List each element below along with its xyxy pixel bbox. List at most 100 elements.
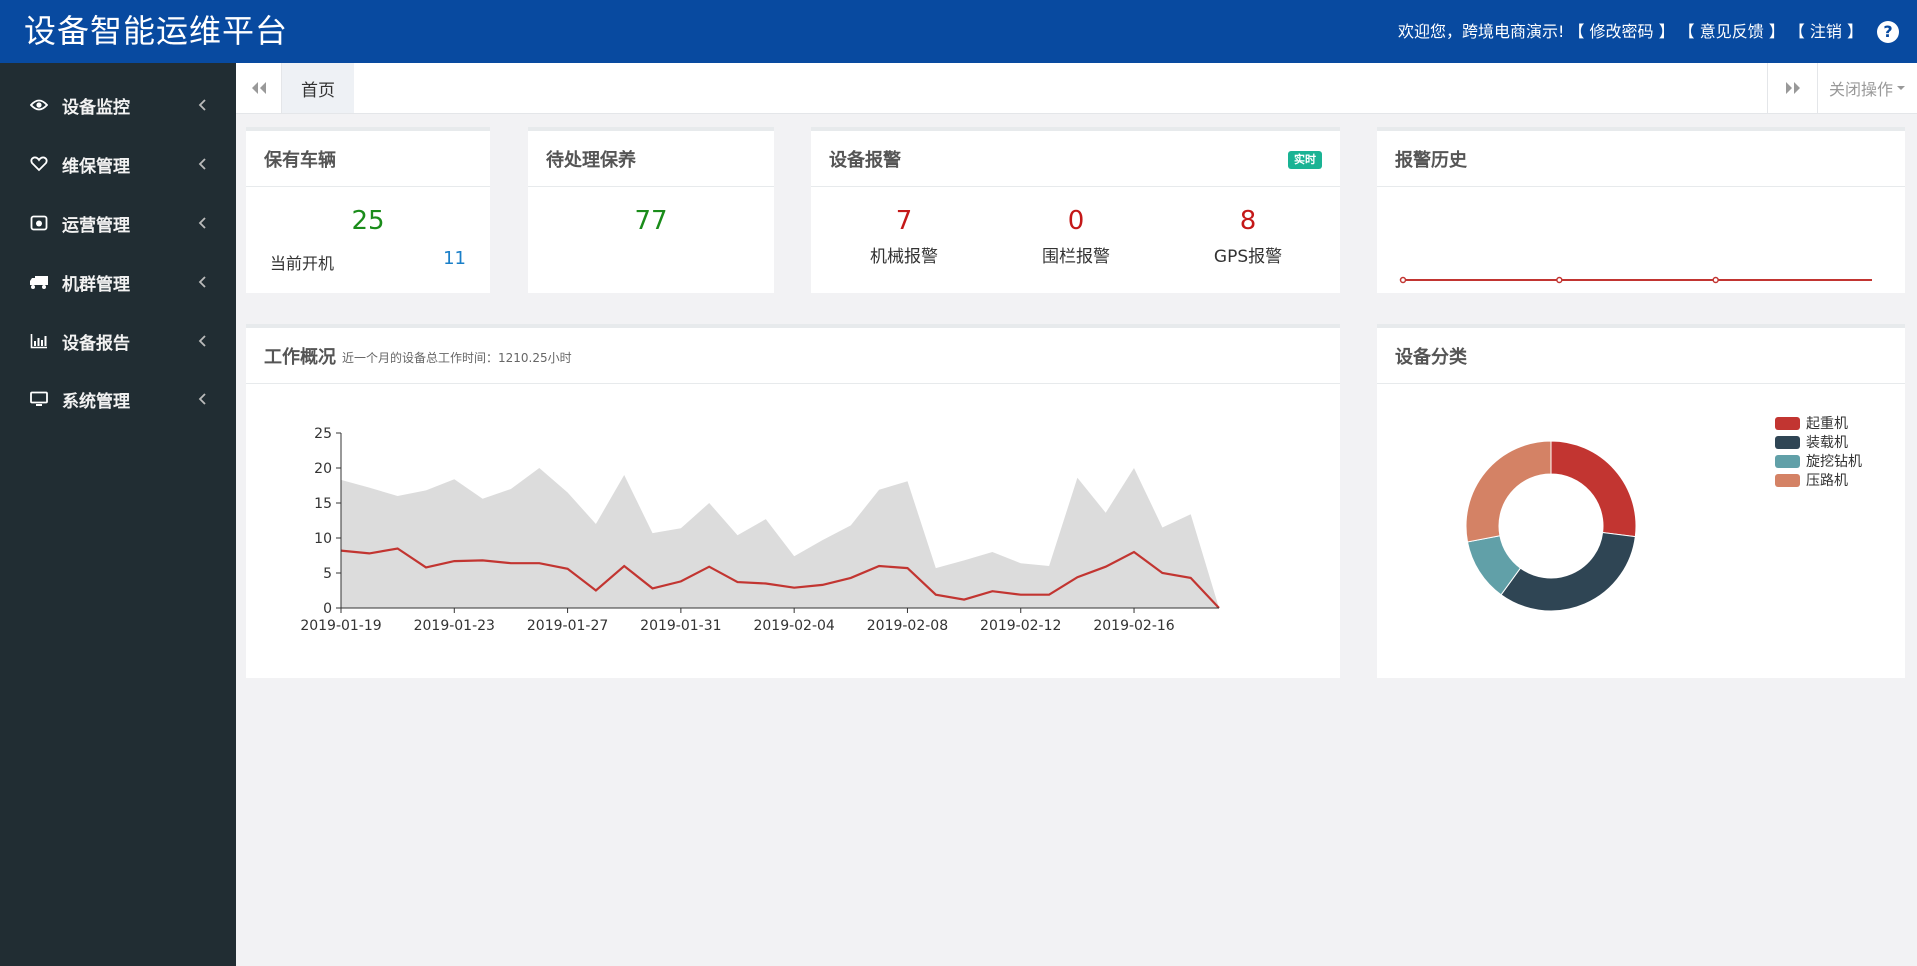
sidebar-item-label: 维保管理 bbox=[62, 156, 130, 177]
y-tick-label: 0 bbox=[323, 601, 332, 617]
user-menu: 欢迎您，跨境电商演示! 【 修改密码 】 【 意见反馈 】 【 注销 】 ? bbox=[1398, 20, 1899, 44]
camera-icon bbox=[28, 212, 50, 234]
sidebar-item-label: 系统管理 bbox=[62, 391, 130, 412]
monitor-icon bbox=[28, 388, 50, 410]
card-title: 保有车辆 bbox=[264, 149, 336, 171]
work-overview-chart: 0 5 10 15 20 25 2019-01-19 2019-01-23 2019-01-27… bbox=[300, 426, 1220, 634]
logout-link[interactable]: 【 注销 】 bbox=[1789, 20, 1863, 44]
sidebar-item-label: 机群管理 bbox=[62, 274, 130, 295]
pie-slice bbox=[1465, 440, 1552, 543]
card-header: 工作概况 近一个月的设备总工作时间：1210.25小时 bbox=[246, 328, 1340, 384]
alarm-value: 0 bbox=[1067, 206, 1085, 236]
chevron-left-icon bbox=[198, 99, 206, 111]
card-title: 工作概况 bbox=[264, 346, 336, 368]
sidebar-item-label: 运营管理 bbox=[62, 215, 130, 236]
alarm-gps[interactable]: 8 GPS报警 bbox=[1191, 206, 1305, 267]
card-header: 报警历史 bbox=[1377, 131, 1905, 187]
x-tick-label: 2019-02-16 bbox=[1093, 618, 1174, 634]
y-tick-label: 10 bbox=[314, 531, 332, 547]
y-tick-label: 15 bbox=[314, 496, 332, 512]
sidebar-item-label: 设备报告 bbox=[62, 333, 130, 354]
vehicles-total: 25 bbox=[351, 206, 385, 236]
card-title: 待处理保养 bbox=[546, 149, 636, 171]
chevron-left-icon bbox=[198, 217, 206, 229]
alarm-fence[interactable]: 0 围栏报警 bbox=[1019, 206, 1133, 267]
alarm-mechanical[interactable]: 7 机械报警 bbox=[847, 206, 961, 267]
alarm-value: 8 bbox=[1239, 206, 1257, 236]
alarm-value: 7 bbox=[895, 206, 913, 236]
top-header: 设备智能运维平台 欢迎您，跨境电商演示! 【 修改密码 】 【 意见反馈 】 【… bbox=[0, 0, 1917, 63]
sidebar-item-label: 设备监控 bbox=[62, 97, 130, 118]
chevron-left-icon bbox=[198, 335, 206, 347]
alarm-history-chart bbox=[1399, 276, 1872, 284]
x-tick-label: 2019-01-27 bbox=[527, 618, 608, 634]
legend-label: 装载机 bbox=[1806, 435, 1848, 451]
welcome-text: 欢迎您，跨境电商演示! bbox=[1398, 22, 1565, 41]
double-left-icon bbox=[251, 82, 266, 94]
sidebar-item-system[interactable]: 系统管理 bbox=[0, 370, 236, 428]
history-point bbox=[1712, 276, 1719, 284]
card-header: 设备报警 实时 bbox=[811, 131, 1340, 187]
running-label: 当前开机 bbox=[270, 254, 335, 273]
legend-label: 起重机 bbox=[1806, 416, 1848, 432]
y-tick-label: 20 bbox=[314, 461, 332, 477]
card-device-category: 设备分类 起重机 装载机 旋挖钻机 压路机 bbox=[1377, 324, 1905, 678]
x-tick-label: 2019-01-19 bbox=[300, 618, 381, 634]
pie-slice bbox=[1550, 440, 1637, 538]
tab-home[interactable]: 首页 bbox=[282, 63, 354, 113]
chevron-left-icon bbox=[198, 276, 206, 288]
tab-scroll-left-button[interactable] bbox=[236, 63, 282, 113]
bar-chart-icon bbox=[28, 330, 50, 352]
card-alarm-history: 报警历史 bbox=[1377, 127, 1905, 293]
card-title: 报警历史 bbox=[1395, 149, 1467, 171]
sidebar-item-device-monitor[interactable]: 设备监控 bbox=[0, 76, 236, 134]
alarm-label: 围栏报警 bbox=[1042, 247, 1110, 267]
card-title: 设备分类 bbox=[1395, 346, 1467, 368]
help-icon[interactable]: ? bbox=[1877, 21, 1899, 43]
x-tick-label: 2019-01-31 bbox=[640, 618, 721, 634]
eye-icon bbox=[28, 94, 50, 116]
sidebar-item-operations[interactable]: 运营管理 bbox=[0, 194, 236, 252]
x-tick-label: 2019-01-23 bbox=[414, 618, 495, 634]
x-tick-label: 2019-02-04 bbox=[753, 618, 834, 634]
card-maintenance: 待处理保养 77 bbox=[528, 127, 774, 293]
chevron-left-icon bbox=[198, 393, 206, 405]
legend-label: 压路机 bbox=[1806, 473, 1848, 489]
heart-icon bbox=[28, 153, 50, 175]
alarm-label: 机械报警 bbox=[870, 247, 938, 267]
tab-bar: 首页 关闭操作 bbox=[236, 63, 1917, 114]
sidebar-item-fleet[interactable]: 机群管理 bbox=[0, 253, 236, 311]
app-title: 设备智能运维平台 bbox=[24, 12, 289, 50]
card-header: 设备分类 bbox=[1377, 328, 1905, 384]
card-alarms: 设备报警 实时 7 机械报警 0 围栏报警 8 GPS报警 bbox=[811, 127, 1340, 293]
legend-swatch bbox=[1775, 455, 1800, 468]
chevron-left-icon bbox=[198, 158, 206, 170]
device-category-chart: 起重机装载机旋挖钻机压路机 bbox=[1465, 416, 1862, 612]
legend-swatch bbox=[1775, 436, 1800, 449]
card-vehicles: 保有车辆 25 当前开机 11 bbox=[246, 127, 490, 293]
card-work-overview: 工作概况 近一个月的设备总工作时间：1210.25小时 0 5 10 15 20 25 20… bbox=[246, 324, 1340, 678]
card-header: 保有车辆 bbox=[246, 131, 490, 187]
history-point bbox=[1399, 276, 1407, 284]
truck-icon bbox=[28, 271, 50, 293]
pie-slice bbox=[1500, 531, 1636, 612]
change-password-link[interactable]: 【 修改密码 】 bbox=[1568, 20, 1674, 44]
series-area bbox=[341, 468, 1219, 608]
close-operations-dropdown[interactable]: 关闭操作 bbox=[1817, 63, 1917, 113]
sidebar: 设备监控 维保管理 运营管理 机群管理 设备报告 系统管理 bbox=[0, 63, 236, 966]
y-tick-label: 25 bbox=[314, 426, 332, 442]
double-right-icon bbox=[1785, 82, 1800, 94]
card-title: 设备报警 bbox=[829, 149, 901, 171]
history-point bbox=[1556, 276, 1563, 284]
tab-scroll-right-button[interactable] bbox=[1767, 63, 1817, 113]
feedback-link[interactable]: 【 意见反馈 】 bbox=[1679, 20, 1785, 44]
sidebar-item-reports[interactable]: 设备报告 bbox=[0, 312, 236, 370]
sidebar-item-maintenance[interactable]: 维保管理 bbox=[0, 135, 236, 193]
maintenance-count: 77 bbox=[634, 206, 668, 236]
running-count: 11 bbox=[443, 248, 466, 269]
alarm-label: GPS报警 bbox=[1213, 247, 1283, 267]
close-operations-label: 关闭操作 bbox=[1828, 80, 1893, 99]
x-tick-label: 2019-02-12 bbox=[980, 618, 1061, 634]
legend-swatch bbox=[1775, 474, 1800, 487]
y-tick-label: 5 bbox=[323, 566, 332, 582]
